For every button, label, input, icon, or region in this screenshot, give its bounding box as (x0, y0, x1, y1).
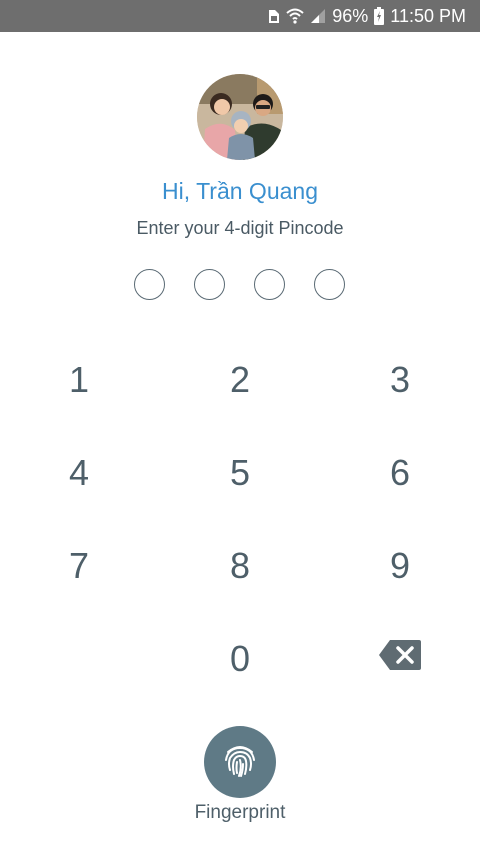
greeting-text: Hi, Trần Quang (162, 178, 318, 204)
fingerprint-icon (220, 740, 260, 785)
pin-dot-4 (314, 269, 345, 300)
clock: 11:50 PM (390, 5, 466, 26)
pin-dot-3 (254, 269, 285, 300)
key-9[interactable]: 9 (340, 526, 460, 606)
pin-dot-2 (194, 269, 225, 300)
key-6[interactable]: 6 (340, 433, 460, 513)
numeric-keypad: 1 2 3 4 5 6 7 8 9 0 (0, 340, 480, 710)
pin-dot-1 (134, 269, 165, 300)
status-bar: 96% 11:50 PM (0, 0, 480, 32)
key-8[interactable]: 8 (180, 526, 300, 606)
key-7[interactable]: 7 (19, 526, 139, 606)
pin-indicator (0, 269, 480, 303)
fingerprint-label: Fingerprint (194, 802, 286, 823)
key-0[interactable]: 0 (180, 619, 300, 699)
fingerprint-button[interactable] (204, 726, 276, 798)
battery-percent: 96% (332, 5, 369, 26)
sim-card-icon (268, 8, 280, 24)
pin-instruction: Enter your 4-digit Pincode (136, 218, 344, 238)
wifi-icon (286, 8, 304, 24)
signal-icon (310, 8, 326, 24)
pin-lock-screen: 96% 11:50 PM Hi, Trần Quang Enter your 4… (0, 0, 480, 853)
avatar (197, 74, 283, 160)
key-4[interactable]: 4 (19, 433, 139, 513)
key-3[interactable]: 3 (340, 340, 460, 420)
battery-icon (374, 7, 385, 25)
key-2[interactable]: 2 (180, 340, 300, 420)
backspace-button[interactable] (340, 615, 460, 695)
key-5[interactable]: 5 (180, 433, 300, 513)
key-1[interactable]: 1 (19, 340, 139, 420)
backspace-icon (378, 639, 422, 671)
